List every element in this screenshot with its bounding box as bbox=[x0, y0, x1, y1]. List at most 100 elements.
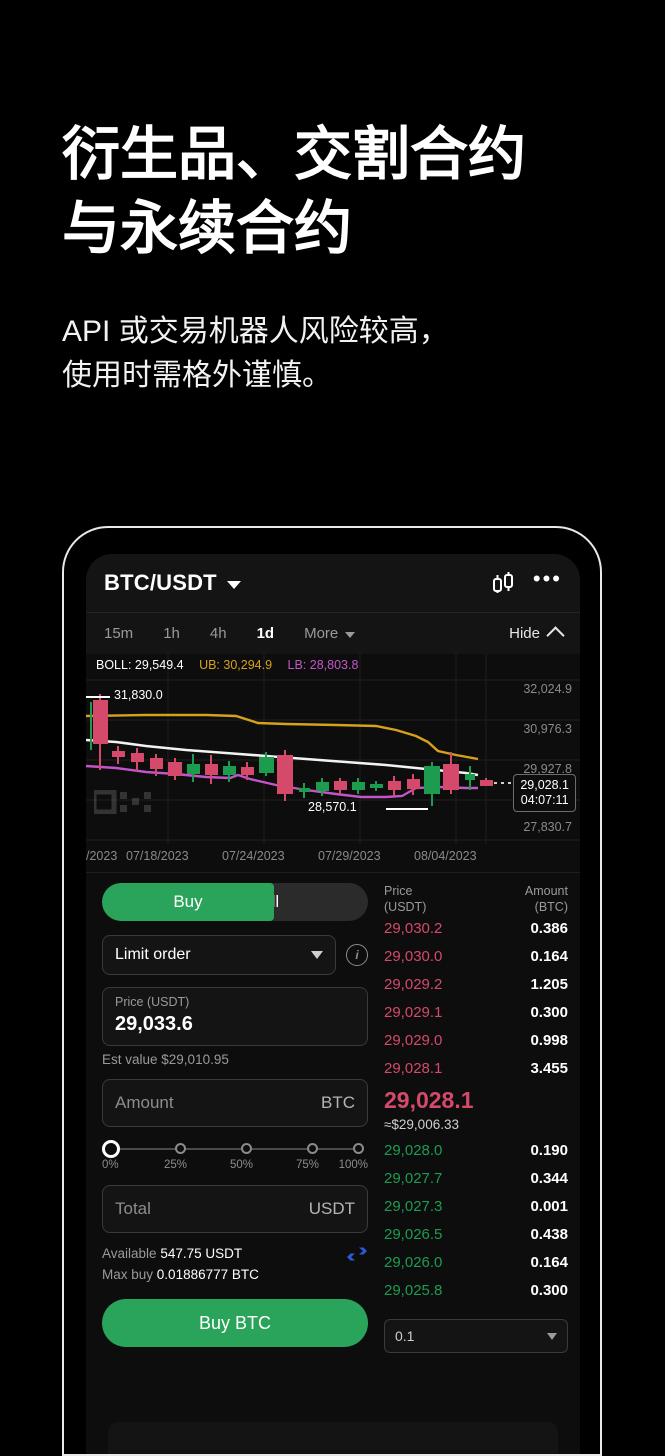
slider-dot-75[interactable] bbox=[307, 1143, 318, 1154]
order-type-select[interactable]: Limit order bbox=[102, 935, 336, 975]
x-axis-label-1: 07/18/2023 bbox=[126, 849, 189, 863]
amount-placeholder: Amount bbox=[115, 1093, 174, 1112]
y-axis-label-0: 32,024.9 bbox=[523, 682, 572, 696]
est-value-text: Est value $29,010.95 bbox=[102, 1052, 229, 1067]
ask-row[interactable]: 29,030.2 0.386 bbox=[384, 915, 568, 943]
submit-buy-button[interactable]: Buy BTC bbox=[102, 1299, 368, 1347]
total-placeholder: Total bbox=[115, 1199, 151, 1218]
available-label: Available bbox=[102, 1246, 157, 1261]
page-title: 衍生品、交割合约 与永续合约 bbox=[62, 122, 527, 261]
bid-row[interactable]: 29,026.0 0.164 bbox=[384, 1249, 568, 1277]
last-price-badge: 29,028.1 04:07:11 bbox=[513, 774, 576, 812]
maxbuy-value: 0.01886777 BTC bbox=[156, 1267, 259, 1282]
orderbook-grouping-value: 0.1 bbox=[395, 1328, 415, 1344]
candlestick-icon[interactable] bbox=[491, 572, 517, 594]
bid-row[interactable]: 29,026.5 0.438 bbox=[384, 1221, 568, 1249]
timeframe-1d[interactable]: 1d bbox=[257, 625, 275, 642]
price-field[interactable]: Price (USDT) 29,033.6 bbox=[102, 987, 368, 1046]
ask-amount: 0.164 bbox=[530, 948, 568, 965]
slider-track bbox=[110, 1148, 360, 1150]
ask-row[interactable]: 29,030.0 0.164 bbox=[384, 943, 568, 971]
bid-row[interactable]: 29,027.3 0.001 bbox=[384, 1193, 568, 1221]
okx-watermark-icon bbox=[94, 790, 151, 814]
orderbook-last-approx: ≈$29,006.33 bbox=[384, 1117, 459, 1132]
order-book-col-price-unit: (USDT) bbox=[384, 900, 427, 914]
amount-field[interactable]: Amount BTC bbox=[102, 1079, 368, 1127]
hide-label: Hide bbox=[509, 625, 540, 642]
slider-dot-50[interactable] bbox=[241, 1143, 252, 1154]
price-field-label: Price (USDT) bbox=[115, 995, 190, 1009]
ask-row[interactable]: 29,029.2 1.205 bbox=[384, 971, 568, 999]
tab-buy[interactable]: Buy bbox=[102, 883, 274, 921]
timeframe-15m[interactable]: 15m bbox=[104, 625, 133, 642]
slider-tick-100: 100% bbox=[338, 1159, 368, 1171]
more-dots-icon[interactable]: ••• bbox=[533, 568, 562, 592]
chart-low-marker-line bbox=[386, 808, 428, 810]
bid-amount: 0.438 bbox=[530, 1226, 568, 1243]
slider-knob[interactable] bbox=[102, 1140, 120, 1158]
order-book-col-price-title: Price bbox=[384, 884, 413, 898]
ask-row[interactable]: 29,029.0 0.998 bbox=[384, 1027, 568, 1055]
chart-low-marker-label: 28,570.1 bbox=[308, 800, 357, 814]
slider-tick-25: 25% bbox=[164, 1159, 188, 1171]
timeframe-more-button[interactable]: More bbox=[304, 625, 356, 642]
countdown-value: 04:07:11 bbox=[520, 793, 569, 807]
ask-price: 29,028.1 bbox=[384, 1060, 443, 1077]
amount-percent-slider[interactable]: 0% 25% 50% 75% 100% bbox=[102, 1139, 368, 1173]
timeframe-4h[interactable]: 4h bbox=[210, 625, 227, 642]
bid-row[interactable]: 29,025.8 0.300 bbox=[384, 1277, 568, 1305]
total-field[interactable]: Total USDT bbox=[102, 1185, 368, 1233]
bid-price: 29,027.3 bbox=[384, 1198, 443, 1215]
y-axis-label-3: 27,830.7 bbox=[523, 820, 572, 834]
slider-dot-100[interactable] bbox=[353, 1143, 364, 1154]
chevron-down-icon bbox=[547, 1332, 557, 1340]
bid-amount: 0.190 bbox=[530, 1142, 568, 1159]
order-book-header: Price (USDT) Amount (BTC) bbox=[384, 883, 568, 915]
orderbook-last-price: 29,028.1 bbox=[384, 1087, 474, 1113]
slider-dot-25[interactable] bbox=[175, 1143, 186, 1154]
pair-selector-label[interactable]: BTC/USDT bbox=[104, 570, 217, 596]
bid-price: 29,026.5 bbox=[384, 1226, 443, 1243]
available-row: Available 547.75 USDT bbox=[102, 1243, 346, 1264]
bid-row[interactable]: 29,027.7 0.344 bbox=[384, 1165, 568, 1193]
swap-arrows-icon[interactable] bbox=[346, 1245, 368, 1263]
order-book: Price (USDT) Amount (BTC) 29,030.2 0.386… bbox=[380, 883, 580, 1353]
ask-amount: 3.455 bbox=[530, 1060, 568, 1077]
ask-price: 29,030.2 bbox=[384, 920, 443, 937]
amount-unit: BTC bbox=[321, 1093, 355, 1112]
chevron-down-icon[interactable] bbox=[226, 580, 241, 589]
price-chart[interactable]: BOLL: 29,549.4 UB: 30,294.9 LB: 28,803.8 bbox=[86, 654, 580, 844]
timeframe-1h[interactable]: 1h bbox=[163, 625, 180, 642]
order-book-col-price: Price (USDT) bbox=[384, 883, 525, 915]
ask-amount: 0.998 bbox=[530, 1032, 568, 1049]
bid-price: 29,027.7 bbox=[384, 1170, 443, 1187]
chart-canvas bbox=[86, 654, 580, 844]
y-axis-label-1: 30,976.3 bbox=[523, 722, 572, 736]
boll-mid-label: BOLL: 29,549.4 bbox=[96, 658, 184, 672]
order-book-col-amount-title: Amount bbox=[524, 884, 568, 898]
orderbook-grouping-select[interactable]: 0.1 bbox=[384, 1319, 568, 1353]
ask-price: 29,029.1 bbox=[384, 1004, 443, 1021]
bid-price: 29,026.0 bbox=[384, 1254, 443, 1271]
slider-tick-50: 50% bbox=[230, 1159, 254, 1171]
balance-lines: Available 547.75 USDT Max buy 0.01886777… bbox=[102, 1243, 346, 1285]
ask-row[interactable]: 29,029.1 0.300 bbox=[384, 999, 568, 1027]
phone-screen: BTC/USDT ••• 15m 1h 4h 1d More Hide BOLL… bbox=[86, 554, 580, 1454]
promo-block: 衍生品、交割合约 与永续合约 API 或交易机器人风险较高， 使用时需格外谨慎。 bbox=[62, 118, 622, 398]
balance-info: Available 547.75 USDT Max buy 0.01886777… bbox=[102, 1243, 368, 1285]
bid-row[interactable]: 29,028.0 0.190 bbox=[384, 1137, 568, 1165]
slider-tick-labels: 0% 25% 50% 75% 100% bbox=[102, 1159, 368, 1173]
side-toggle: Sell Buy bbox=[102, 883, 368, 921]
hide-chart-button[interactable]: Hide bbox=[509, 625, 565, 645]
ask-row[interactable]: 29,028.1 3.455 bbox=[384, 1055, 568, 1083]
ask-amount: 0.386 bbox=[530, 920, 568, 937]
bottom-panel[interactable] bbox=[108, 1422, 558, 1454]
info-icon[interactable]: i bbox=[346, 944, 368, 966]
ask-amount: 0.300 bbox=[530, 1004, 568, 1021]
x-axis-label-2: 07/24/2023 bbox=[222, 849, 285, 863]
trade-body: Sell Buy Limit order i Price (USDT) 29,0… bbox=[86, 873, 580, 1353]
ask-amount: 1.205 bbox=[530, 976, 568, 993]
phone-frame: BTC/USDT ••• 15m 1h 4h 1d More Hide BOLL… bbox=[62, 526, 602, 1456]
chevron-up-icon bbox=[546, 626, 565, 645]
order-type-row: Limit order i bbox=[102, 935, 368, 975]
